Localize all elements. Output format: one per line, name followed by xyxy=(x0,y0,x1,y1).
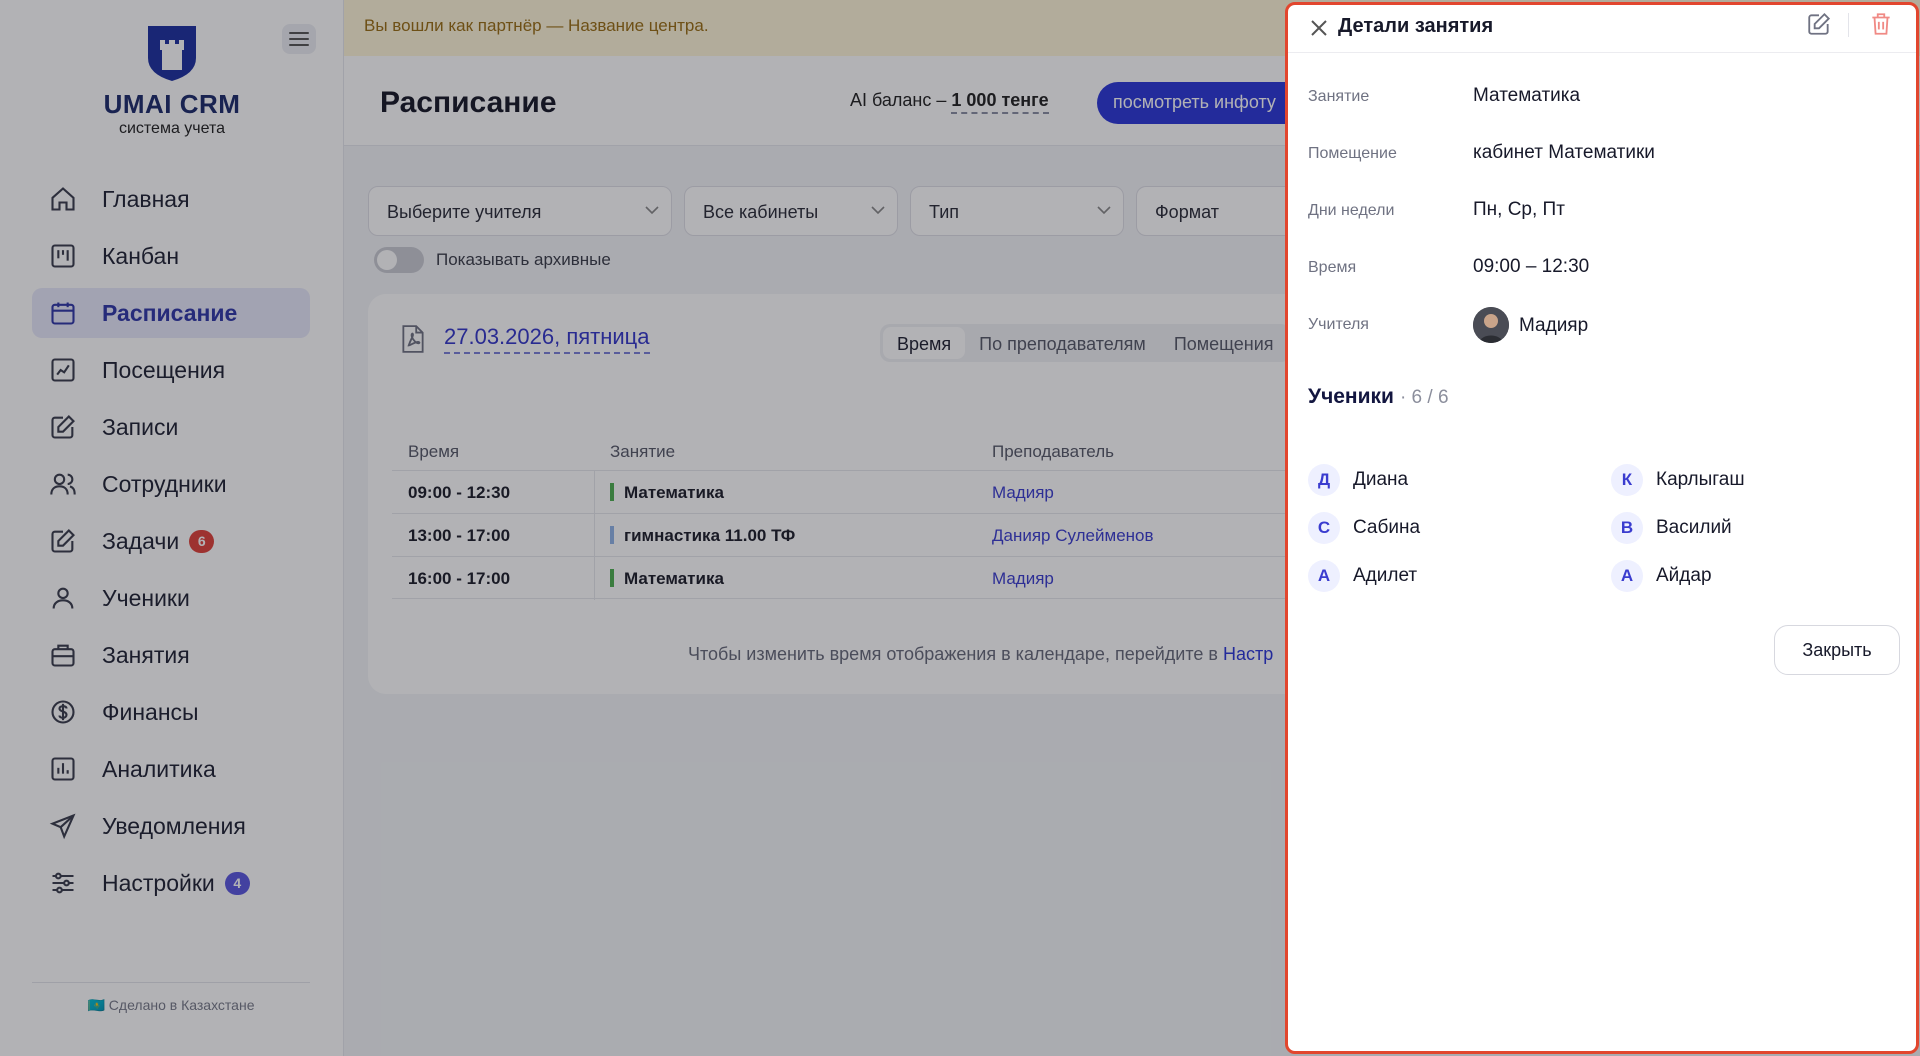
student-initial-avatar: А xyxy=(1308,560,1340,592)
field-value: Математика xyxy=(1473,85,1581,106)
student-name: Василий xyxy=(1656,517,1732,538)
field-label: Занятие xyxy=(1308,88,1370,105)
students-count: · 6 / 6 xyxy=(1399,387,1449,408)
lesson-details-drawer: Детали занятия Занятие Математика Помеще… xyxy=(1285,2,1919,1054)
student-initial-avatar: С xyxy=(1308,512,1340,544)
avatar xyxy=(1473,307,1509,343)
close-icon[interactable] xyxy=(1308,17,1330,39)
student-item[interactable]: К Карлыгаш xyxy=(1611,463,1745,497)
student-name: Диана xyxy=(1353,469,1409,490)
student-item[interactable]: Д Диана xyxy=(1308,463,1408,497)
student-name: Карлыгаш xyxy=(1656,469,1745,490)
trash-icon[interactable] xyxy=(1868,11,1894,37)
student-initial-avatar: А xyxy=(1611,560,1643,592)
close-button[interactable]: Закрыть xyxy=(1774,625,1900,675)
student-initial-avatar: К xyxy=(1611,464,1643,496)
field-label: Время xyxy=(1308,259,1357,276)
student-name: Айдар xyxy=(1656,565,1712,586)
field-label: Помещение xyxy=(1308,145,1397,162)
field-time: Время 09:00 – 12:30 xyxy=(1308,254,1898,284)
field-teachers: Учителя Мадияр xyxy=(1308,307,1898,343)
students-heading: Ученики · 6 / 6 xyxy=(1308,385,1449,409)
field-label: Дни недели xyxy=(1308,202,1395,219)
drawer-header: Детали занятия xyxy=(1288,5,1916,53)
student-initial-avatar: Д xyxy=(1308,464,1340,496)
header-divider xyxy=(1848,13,1849,37)
edit-icon[interactable] xyxy=(1806,11,1832,37)
field-lesson: Занятие Математика xyxy=(1308,83,1898,113)
field-value: 09:00 – 12:30 xyxy=(1473,256,1590,277)
student-item[interactable]: С Сабина xyxy=(1308,511,1420,545)
student-item[interactable]: В Василий xyxy=(1611,511,1732,545)
students-title: Ученики xyxy=(1308,385,1394,408)
student-initial-avatar: В xyxy=(1611,512,1643,544)
student-item[interactable]: А Адилет xyxy=(1308,559,1417,593)
field-value: Пн, Ср, Пт xyxy=(1473,199,1565,220)
field-value: кабинет Математики xyxy=(1473,142,1655,163)
student-name: Адилет xyxy=(1353,565,1418,586)
field-room: Помещение кабинет Математики xyxy=(1308,140,1898,170)
student-item[interactable]: А Айдар xyxy=(1611,559,1712,593)
field-weekdays: Дни недели Пн, Ср, Пт xyxy=(1308,197,1898,227)
teacher-name: Мадияр xyxy=(1519,315,1589,336)
student-name: Сабина xyxy=(1353,517,1421,538)
field-label: Учителя xyxy=(1308,316,1369,333)
drawer-title: Детали занятия xyxy=(1338,15,1494,37)
